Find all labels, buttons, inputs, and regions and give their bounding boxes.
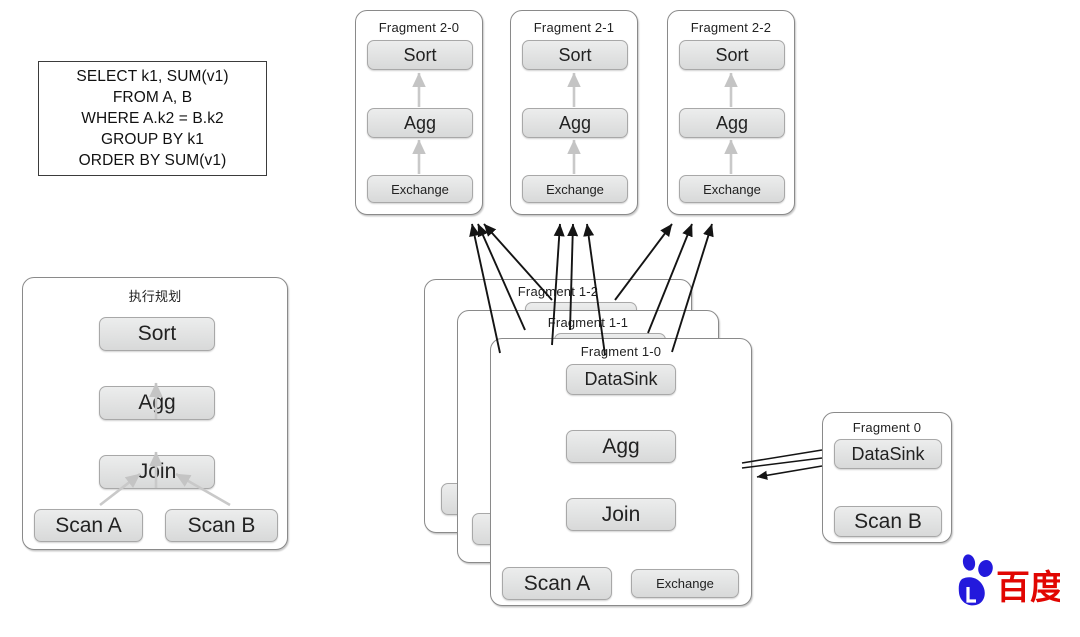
sql-line: SELECT k1, SUM(v1)	[76, 68, 229, 85]
f0-node-datasink: DataSink	[834, 439, 942, 469]
f2-2-node-agg: Agg	[679, 108, 785, 138]
f2-0-node-exchange: Exchange	[367, 175, 473, 203]
f2-2-node-sort: Sort	[679, 40, 785, 70]
execution-plan-card: 执行规划 Sort Agg Join Scan A Scan B	[22, 277, 288, 550]
fragment-1-1-title: Fragment 1-1	[547, 315, 629, 330]
baidu-logo: 百度	[952, 549, 1064, 611]
sql-line: ORDER BY SUM(v1)	[78, 152, 227, 169]
sql-line: FROM A, B	[112, 89, 193, 106]
fragment-2-1-title: Fragment 2-1	[533, 20, 615, 35]
baidu-logo-svg: 百度	[958, 554, 1064, 608]
f2-0-node-sort: Sort	[367, 40, 473, 70]
baidu-wordmark: 百度	[996, 568, 1064, 608]
diagram-canvas: SELECT k1, SUM(v1) FROM A, B WHERE A.k2 …	[0, 0, 1080, 637]
fragment-0-card: Fragment 0 DataSink Scan B	[822, 412, 952, 543]
f1-0-node-join: Join	[566, 498, 676, 531]
fragment-2-2-card: Fragment 2-2 Sort Agg Exchange	[667, 10, 795, 215]
f1-0-node-datasink: DataSink	[566, 364, 676, 395]
plan-node-agg: Agg	[99, 386, 215, 420]
sql-line: WHERE A.k2 = B.k2	[81, 110, 224, 127]
baidu-paw-icon	[958, 554, 993, 606]
f1-0-node-exchange: Exchange	[631, 569, 739, 598]
f2-1-node-sort: Sort	[522, 40, 628, 70]
plan-node-sort: Sort	[99, 317, 215, 351]
f2-1-node-agg: Agg	[522, 108, 628, 138]
baidu-wordmark-text: 百度	[996, 568, 1060, 608]
sql-query-box: SELECT k1, SUM(v1) FROM A, B WHERE A.k2 …	[38, 61, 267, 176]
execution-plan-title: 执行规划	[128, 289, 182, 304]
f1-0-node-scan-a: Scan A	[502, 567, 612, 600]
fragment-2-2-title: Fragment 2-2	[690, 20, 772, 35]
fragment-1-2-title: Fragment 1-2	[517, 284, 599, 299]
fragment-1-0-card: Fragment 1-0 DataSink Agg Join Scan A Ex…	[490, 338, 752, 606]
fragment-2-1-card: Fragment 2-1 Sort Agg Exchange	[510, 10, 638, 215]
f1-0-node-agg: Agg	[566, 430, 676, 463]
plan-node-scan-a: Scan A	[34, 509, 143, 542]
arrows-from-fragment-0	[741, 449, 823, 480]
plan-node-scan-b: Scan B	[165, 509, 278, 542]
f2-0-node-agg: Agg	[367, 108, 473, 138]
f2-2-node-exchange: Exchange	[679, 175, 785, 203]
fragment-2-0-card: Fragment 2-0 Sort Agg Exchange	[355, 10, 483, 215]
fragment-1-0-title: Fragment 1-0	[580, 344, 662, 359]
plan-node-join: Join	[99, 455, 215, 489]
f2-1-node-exchange: Exchange	[522, 175, 628, 203]
fragment-2-0-title: Fragment 2-0	[378, 20, 460, 35]
fragment-0-title: Fragment 0	[852, 420, 922, 435]
sql-line: GROUP BY k1	[100, 131, 205, 148]
f0-node-scan-b: Scan B	[834, 506, 942, 537]
